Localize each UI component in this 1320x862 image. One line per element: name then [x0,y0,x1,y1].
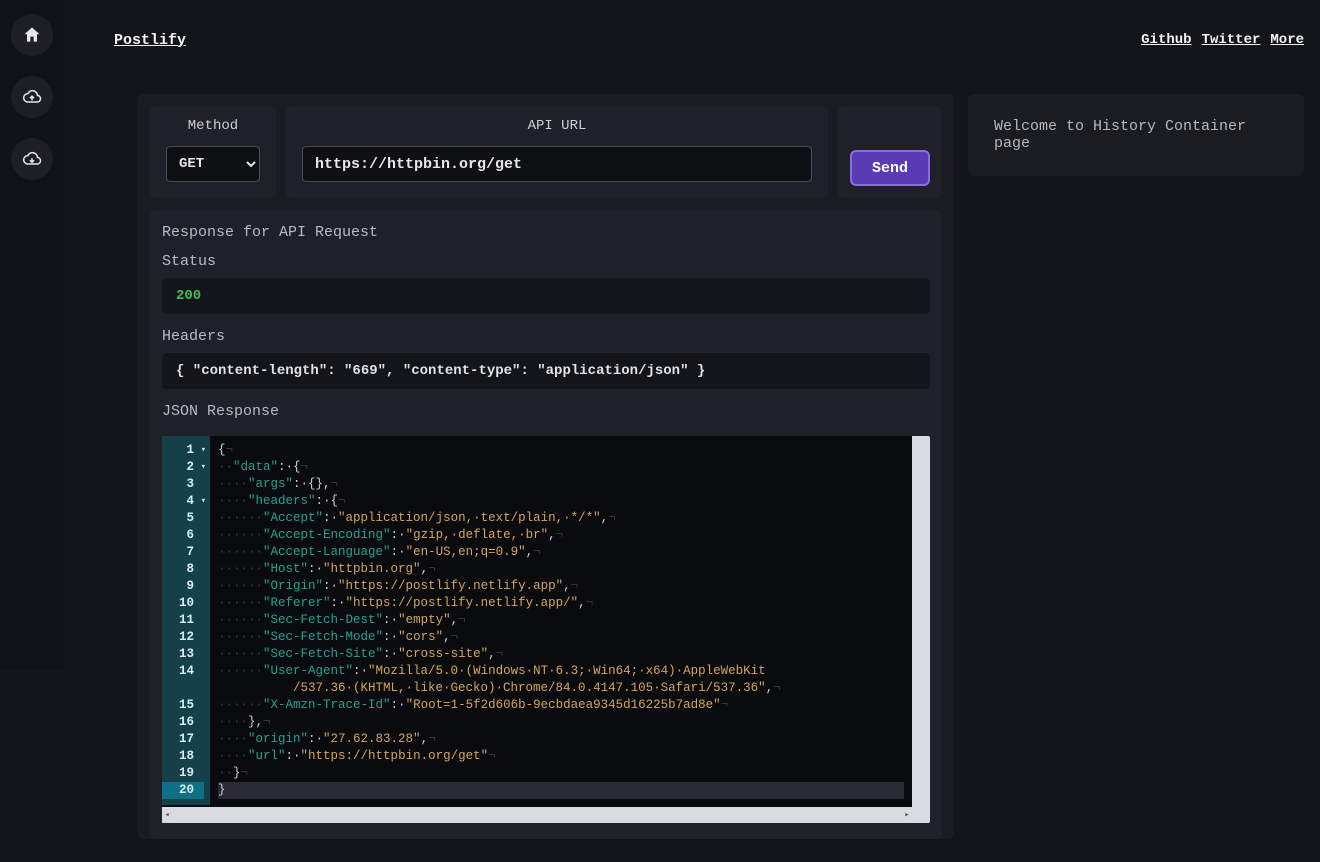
editor-gutter[interactable]: 1234567891011121314151617181920 [162,436,210,805]
topbar: Postlify Github Twitter More [64,0,1320,80]
send-button[interactable]: Send [850,150,930,186]
url-label: API URL [302,118,812,134]
response-button[interactable] [11,138,53,180]
top-links: Github Twitter More [1141,32,1304,48]
home-icon [22,25,42,45]
request-button[interactable] [11,76,53,118]
history-welcome-text: Welcome to History Container page [994,118,1246,152]
json-editor[interactable]: 1234567891011121314151617181920 {¬··"dat… [162,436,930,823]
method-box: Method GETPOSTPUTPATCHDELETE [150,106,276,198]
status-pill: 200 [162,278,930,314]
method-label: Method [166,118,260,134]
editor-horizontal-scrollbar[interactable]: ◂ ▸ [162,807,912,823]
request-row: Method GETPOSTPUTPATCHDELETE API URL Sen… [138,94,954,210]
github-link[interactable]: Github [1141,32,1191,48]
home-button[interactable] [11,14,53,56]
main-card: Method GETPOSTPUTPATCHDELETE API URL Sen… [138,94,954,839]
method-select[interactable]: GETPOSTPUTPATCHDELETE [166,146,260,182]
send-box: Send [838,106,942,198]
more-link[interactable]: More [1270,32,1304,48]
headers-label: Headers [150,324,942,353]
twitter-link[interactable]: Twitter [1202,32,1261,48]
headers-value: { "content-length": "669", "content-type… [176,363,705,379]
scroll-left-icon[interactable]: ◂ [162,807,172,823]
cloud-up-icon [22,87,42,107]
url-box: API URL [286,106,828,198]
scroll-right-icon[interactable]: ▸ [902,807,912,823]
page-body: Method GETPOSTPUTPATCHDELETE API URL Sen… [64,80,1320,862]
status-value: 200 [176,288,201,304]
response-title: Response for API Request [150,220,942,249]
response-card: Response for API Request Status 200 Head… [150,210,942,839]
json-label: JSON Response [150,399,942,428]
headers-pill: { "content-length": "669", "content-type… [162,353,930,389]
editor-code[interactable]: {¬··"data":·{¬····"args":·{},¬····"heade… [210,436,912,805]
url-input[interactable] [302,146,812,182]
status-label: Status [150,249,942,278]
sidebar-rail [0,0,64,670]
cloud-down-icon [22,149,42,169]
history-card: Welcome to History Container page [968,94,1304,176]
brand-link[interactable]: Postlify [114,32,186,49]
